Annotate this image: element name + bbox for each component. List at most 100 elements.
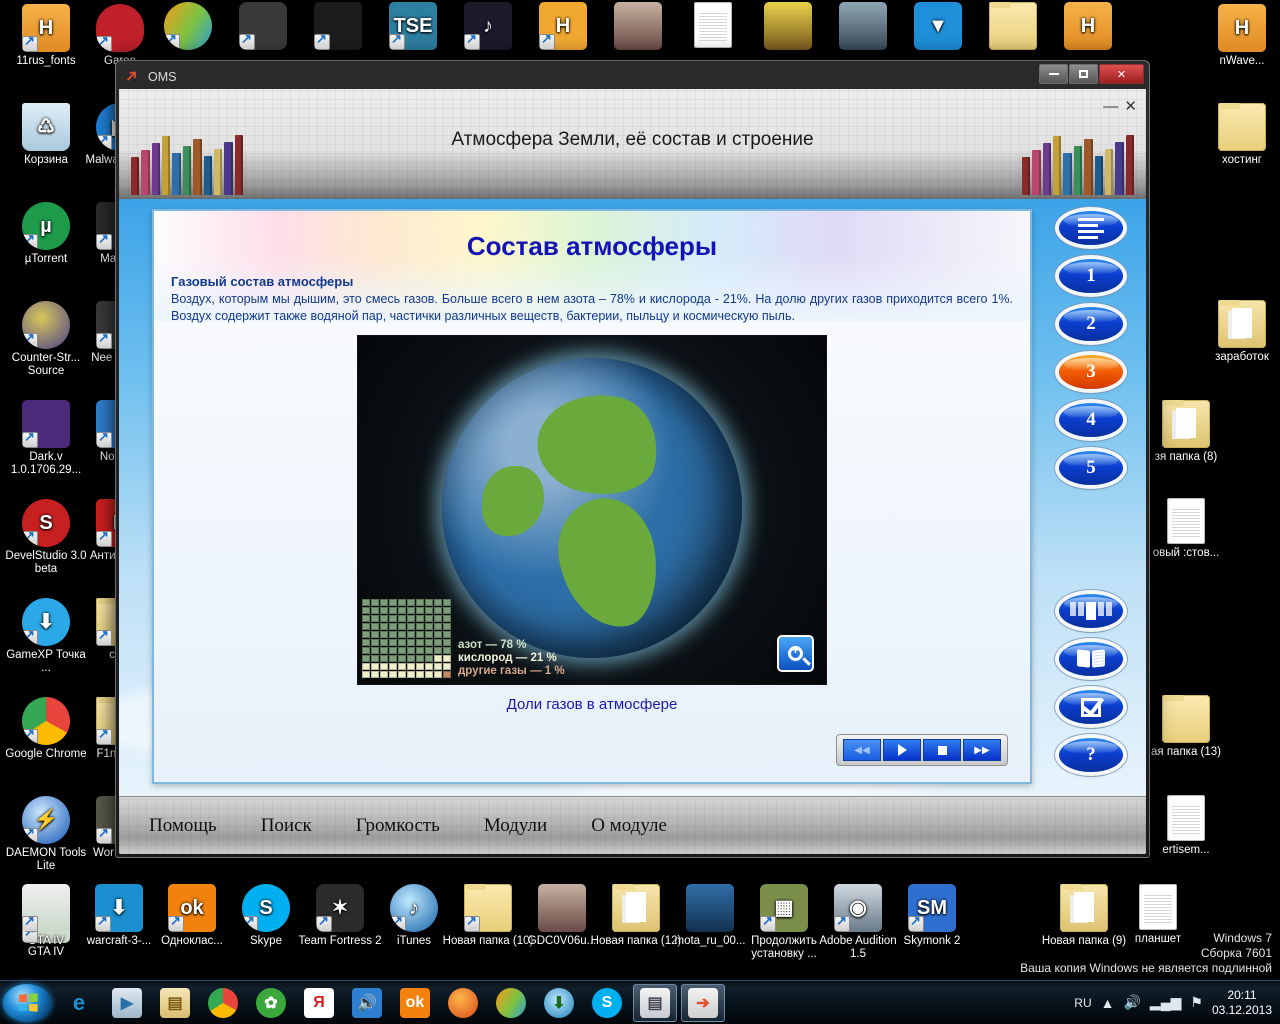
desktop-icon[interactable]: H (1042, 2, 1134, 53)
desktop-icon[interactable]: ertisem... (1140, 795, 1232, 857)
taskbar-button-windows-media-player[interactable]: ▶ (105, 984, 149, 1022)
h-app-icon: H (539, 2, 587, 50)
earth-illustration[interactable]: азот — 78 % кислород — 21 % другие газы … (357, 335, 827, 685)
taskbar-button-download-master[interactable]: ⬇ (537, 984, 581, 1022)
system-tray[interactable]: RU ▲ 🔊 ▂▄▆ ⚑ 20:11 03.12.2013 (1074, 988, 1280, 1018)
play-button[interactable] (883, 739, 921, 761)
shortcut-overlay-icon (22, 529, 38, 547)
grid-cell (398, 655, 406, 662)
taskbar-button-icq[interactable]: ✿ (249, 984, 293, 1022)
module-header: Атмосфера Земли, её состав и строение — … (119, 89, 1146, 199)
media-player-controls[interactable]: ◀◀ ▶▶ (836, 734, 1008, 766)
magnifier-plus-icon[interactable] (777, 635, 814, 672)
grid-cell (407, 623, 415, 630)
page-navigation-buttons[interactable]: 1 2 3 4 5 (1036, 199, 1146, 485)
menu-item-5[interactable]: О модуле (591, 815, 667, 837)
desktop-icon[interactable]: зя папка (8) (1140, 400, 1232, 464)
grid-cell (434, 655, 442, 662)
desktop-icon[interactable]: овый :стов... (1140, 498, 1232, 560)
grid-cell (443, 639, 451, 646)
contents-list-icon[interactable] (1059, 211, 1123, 245)
taskbar-button-skype[interactable]: S (585, 984, 629, 1022)
tool-buttons[interactable]: ? (1036, 594, 1146, 786)
page-number-label: 1 (1086, 265, 1096, 286)
grid-cell (425, 663, 433, 670)
desktop-icon[interactable]: ая папка (13) (1140, 695, 1232, 759)
maximize-button[interactable] (1069, 64, 1098, 84)
action-center-flag-icon[interactable]: ⚑ (1190, 994, 1203, 1011)
composition-grid-chart (362, 599, 451, 678)
shortcut-overlay-icon (239, 32, 255, 50)
volume-icon[interactable]: 🔊 (1123, 994, 1140, 1011)
garena-icon (96, 4, 144, 52)
forward-button[interactable]: ▶▶ (963, 739, 1001, 761)
grid-cell (398, 607, 406, 614)
module-menu-bar[interactable]: Помощь Поиск Громкость Модули О модуле (119, 796, 1146, 854)
desktop-icon-label: ertisem... (1162, 844, 1210, 856)
taskbar-button-yandex[interactable]: Я (297, 984, 341, 1022)
language-indicator[interactable]: RU (1074, 996, 1091, 1010)
oms-application-window[interactable]: OMS ✕ Атмосфера Земли, её состав и строе… (115, 60, 1150, 858)
page-button-5[interactable]: 5 (1059, 451, 1123, 485)
filmstrip-icon[interactable] (1059, 594, 1123, 628)
grid-cell (425, 671, 433, 678)
taskbar-button-odnoklassniki[interactable]: ok (393, 984, 437, 1022)
taskbar-button-windows-explorer[interactable]: ▤ (153, 984, 197, 1022)
page-button-4[interactable]: 4 (1059, 403, 1123, 437)
network-icon[interactable]: ▂▄▆ (1150, 994, 1181, 1011)
minimize-button[interactable] (1039, 64, 1068, 84)
menu-item-3[interactable]: Громкость (356, 815, 440, 837)
panel-close-icon[interactable]: ✕ (1124, 98, 1138, 115)
watermark-line-1: Windows 7 (1213, 931, 1272, 945)
checkbox-test-icon[interactable] (1059, 690, 1123, 724)
oms-content: Атмосфера Земли, её состав и строение — … (119, 89, 1146, 854)
desktop-icon[interactable]: заработок (1196, 300, 1280, 364)
itunes-icon: ♪ (390, 884, 438, 932)
help-icon[interactable]: ? (1059, 738, 1123, 772)
desktop-icon[interactable]: HnWave... (1196, 4, 1280, 68)
taskbar-button-google-chrome[interactable] (201, 984, 245, 1022)
close-button[interactable]: ✕ (1099, 64, 1144, 84)
book-icon[interactable] (1059, 642, 1123, 676)
menu-item-1[interactable]: Помощь (149, 815, 217, 837)
page-button-2[interactable]: 2 (1059, 307, 1123, 341)
clock-time: 20:11 (1227, 987, 1257, 1002)
shortcut-overlay-icon (96, 34, 112, 52)
taskbar-buttons[interactable]: e ▶ ▤ ✿ Я 🔊 ok ⬇ S ▤ ➔ (55, 983, 727, 1022)
slide-subtitle: Газовый состав атмосферы (171, 274, 354, 289)
taskbar-button-internet-explorer[interactable]: e (57, 984, 101, 1022)
taskbar-button-document-window[interactable]: ▤ (633, 983, 677, 1022)
desktop-icon[interactable]: хостинг (1196, 103, 1280, 167)
window-titlebar[interactable]: OMS ✕ (119, 64, 1146, 90)
navigation-rail[interactable]: 1 2 3 4 5 ? (1036, 199, 1146, 796)
grid-cell (398, 647, 406, 654)
taskbar-button-opera[interactable] (489, 984, 533, 1022)
windows-taskbar[interactable]: e ▶ ▤ ✿ Я 🔊 ok ⬇ S ▤ ➔ RU ▲ 🔊 ▂▄▆ ⚑ 20:11 03.12.20… (0, 980, 1280, 1024)
panel-minimize-icon[interactable]: — (1103, 98, 1119, 115)
page-button-1[interactable]: 1 (1059, 259, 1123, 293)
taskbar-button-volume-app[interactable]: 🔊 (345, 984, 389, 1022)
grid-cell (434, 671, 442, 678)
menu-item-2[interactable]: Поиск (261, 815, 312, 837)
desktop-icon[interactable]: SM Skymonk 2 (886, 884, 978, 948)
grid-cell (398, 663, 406, 670)
show-hidden-icons-chevron-icon[interactable]: ▲ (1101, 995, 1115, 1011)
taskbar-clock[interactable]: 20:11 03.12.2013 (1212, 988, 1272, 1018)
taskbar-button-oms-player-window[interactable]: ➔ (681, 983, 725, 1022)
window-controls[interactable]: ✕ (1039, 64, 1144, 84)
grid-cell (443, 647, 451, 654)
grid-cell (371, 655, 379, 662)
page-button-3[interactable]: 3 (1059, 355, 1123, 389)
rewind-button[interactable]: ◀◀ (843, 739, 881, 761)
legend-item-oxygen: кислород — 21 % (458, 652, 557, 664)
skype-icon: S (592, 987, 622, 1018)
shortcut-overlay-icon (760, 914, 776, 932)
grid-cell (380, 647, 388, 654)
taskbar-button-mozilla-firefox[interactable] (441, 984, 485, 1022)
menu-item-4[interactable]: Модули (484, 815, 547, 837)
panel-window-controls[interactable]: — ✕ (1103, 97, 1138, 115)
page-number-label: 2 (1086, 313, 1096, 334)
start-button[interactable] (3, 983, 51, 1022)
stop-button[interactable] (923, 739, 961, 761)
clock-date: 03.12.2013 (1211, 1002, 1272, 1017)
